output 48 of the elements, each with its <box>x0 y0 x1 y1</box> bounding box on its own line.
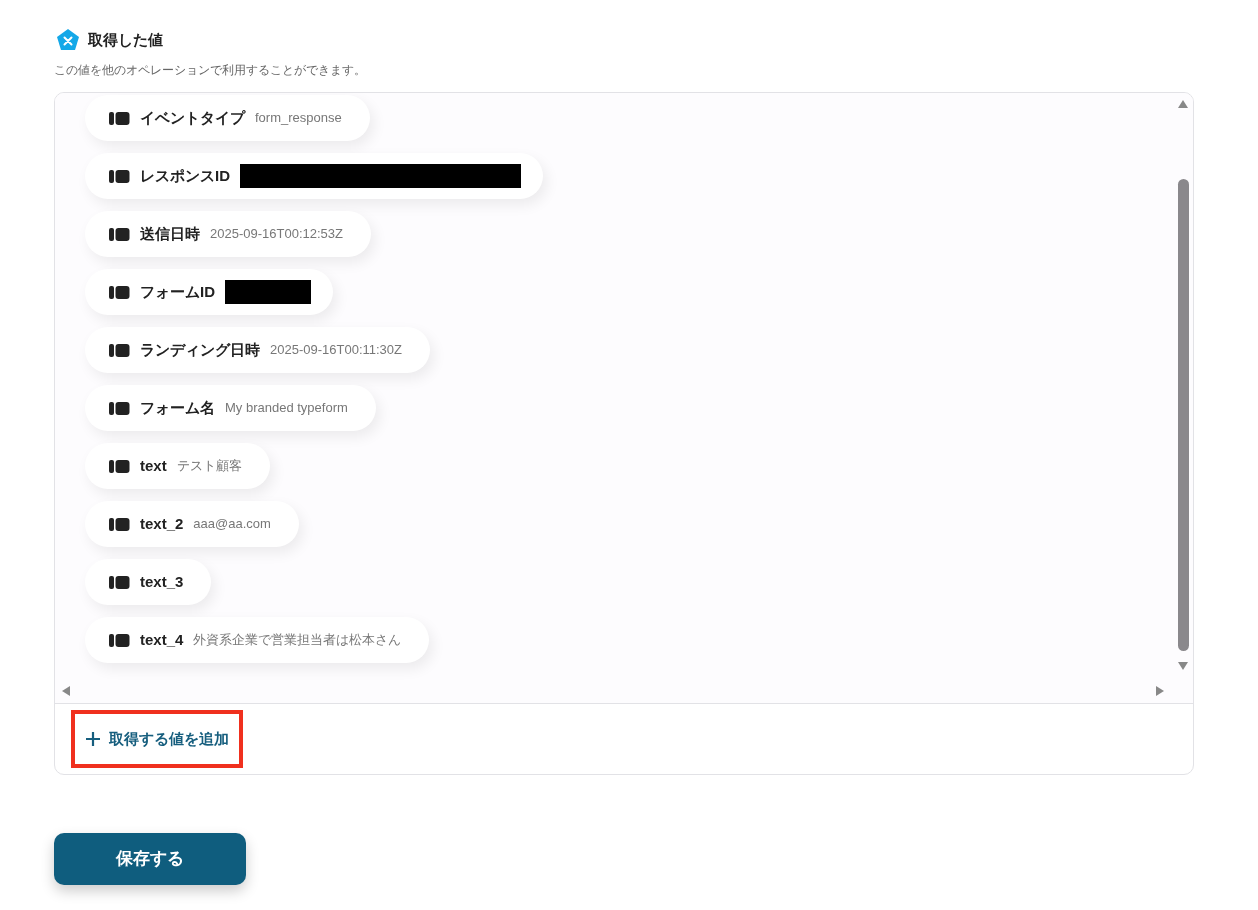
grip-icon <box>109 401 130 415</box>
value-text: My branded typeform <box>225 399 348 418</box>
grip-icon <box>109 517 130 531</box>
section-description: この値を他のオペレーションで利用することができます。 <box>54 62 367 79</box>
value-chip[interactable]: text テスト顧客 <box>85 443 270 489</box>
value-chip[interactable]: フォーム名 My branded typeform <box>85 385 376 431</box>
save-button[interactable]: 保存する <box>54 833 246 885</box>
value-chip[interactable]: レスポンスID <box>85 153 543 199</box>
value-label: フォームID <box>140 281 215 302</box>
value-text: テスト顧客 <box>176 457 242 476</box>
value-text: 2025-09-16T00:11:30Z <box>270 341 403 360</box>
value-label: 送信日時 <box>140 223 200 244</box>
value-chip[interactable]: 送信日時 2025-09-16T00:12:53Z <box>85 211 371 257</box>
value-chip[interactable]: text_2 aaa@aa.com <box>85 501 299 547</box>
value-label: text_2 <box>140 513 184 534</box>
grip-icon <box>109 633 130 647</box>
value-label: レスポンスID <box>140 165 230 186</box>
scroll-right-icon[interactable] <box>1155 685 1165 697</box>
value-label: ランディング日時 <box>140 339 260 360</box>
scrollbar-thumb[interactable] <box>1177 179 1189 651</box>
value-text: aaa@aa.com <box>193 515 271 534</box>
plus-icon <box>85 731 101 747</box>
grip-icon <box>109 459 130 473</box>
grip-icon <box>109 227 130 241</box>
value-label: イベントタイプ <box>140 107 245 128</box>
grip-icon <box>109 111 130 125</box>
grip-icon <box>109 169 130 183</box>
value-chip[interactable]: フォームID <box>85 269 333 315</box>
value-text: 外資系企業で営業担当者は松本さん <box>193 631 402 650</box>
scroll-left-icon[interactable] <box>61 685 71 697</box>
scroll-down-icon[interactable] <box>1177 661 1189 671</box>
value-label: text <box>140 455 167 476</box>
value-chip[interactable]: text_3 <box>85 559 212 605</box>
logo-icon <box>56 28 80 52</box>
value-chip[interactable]: ランディング日時 2025-09-16T00:11:30Z <box>85 327 431 373</box>
value-chip[interactable]: イベントタイプ form_response <box>85 95 370 141</box>
value-chip[interactable]: text_4 外資系企業で営業担当者は松本さん <box>85 617 430 663</box>
value-text: 2025-09-16T00:12:53Z <box>210 225 343 244</box>
section-title: 取得した値 <box>88 29 163 50</box>
add-value-button[interactable]: 取得する値を追加 <box>73 712 241 766</box>
value-text: form_response <box>255 109 342 128</box>
grip-icon <box>109 575 130 589</box>
value-label: フォーム名 <box>140 397 215 418</box>
grip-icon <box>109 285 130 299</box>
scroll-up-icon[interactable] <box>1177 99 1189 109</box>
value-label: text_3 <box>140 571 184 592</box>
grip-icon <box>109 343 130 357</box>
value-label: text_4 <box>140 629 184 650</box>
